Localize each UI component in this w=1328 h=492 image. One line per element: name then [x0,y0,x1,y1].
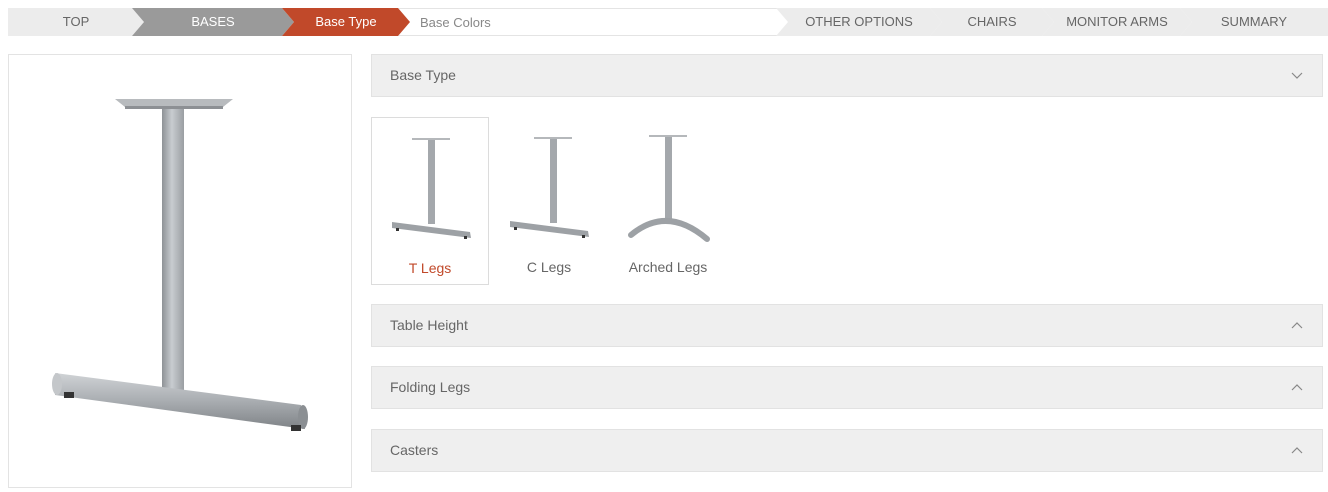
option-t-legs-label: T Legs [408,260,452,276]
chevron-up-icon [1291,384,1303,391]
product-preview [8,54,352,488]
accordion-casters[interactable]: Casters [371,429,1323,472]
chevron-up-icon [1291,447,1303,454]
option-arched-legs-label: Arched Legs [628,259,708,275]
crumb-summary[interactable]: SUMMARY [1180,8,1328,36]
option-c-legs[interactable]: C Legs [490,117,608,285]
crumb-base-colors[interactable]: Base Colors [398,8,788,36]
accordion-table-height-title: Table Height [390,317,468,333]
accordion-casters-title: Casters [390,442,439,458]
option-c-legs-label: C Legs [526,259,572,275]
crumb-other-options[interactable]: OTHER OPTIONS [776,8,942,36]
crumb-monitor-arms[interactable]: MONITOR ARMS [1042,8,1192,36]
t-leg-base-image [52,99,308,431]
accordion-folding-legs-title: Folding Legs [390,379,471,395]
arched-leg-icon [628,135,710,242]
t-leg-icon [392,138,471,239]
crumb-top[interactable]: TOP [8,8,144,36]
crumb-chairs[interactable]: CHAIRS [930,8,1054,36]
chevron-down-icon [1291,72,1303,79]
accordion-folding-legs[interactable]: Folding Legs [371,366,1323,409]
breadcrumb: TOP BASES Base Type Base Colors OTHER OP… [8,8,1328,36]
chevron-up-icon [1291,322,1303,329]
accordion-base-type[interactable]: Base Type [371,54,1323,97]
crumb-bases[interactable]: BASES [132,8,294,36]
accordion-table-height[interactable]: Table Height [371,304,1323,347]
option-t-legs[interactable]: T Legs [371,117,489,285]
c-leg-icon [510,137,589,238]
crumb-base-type[interactable]: Base Type [282,8,410,36]
accordion-base-type-title: Base Type [390,67,456,83]
option-arched-legs[interactable]: Arched Legs [609,117,727,285]
